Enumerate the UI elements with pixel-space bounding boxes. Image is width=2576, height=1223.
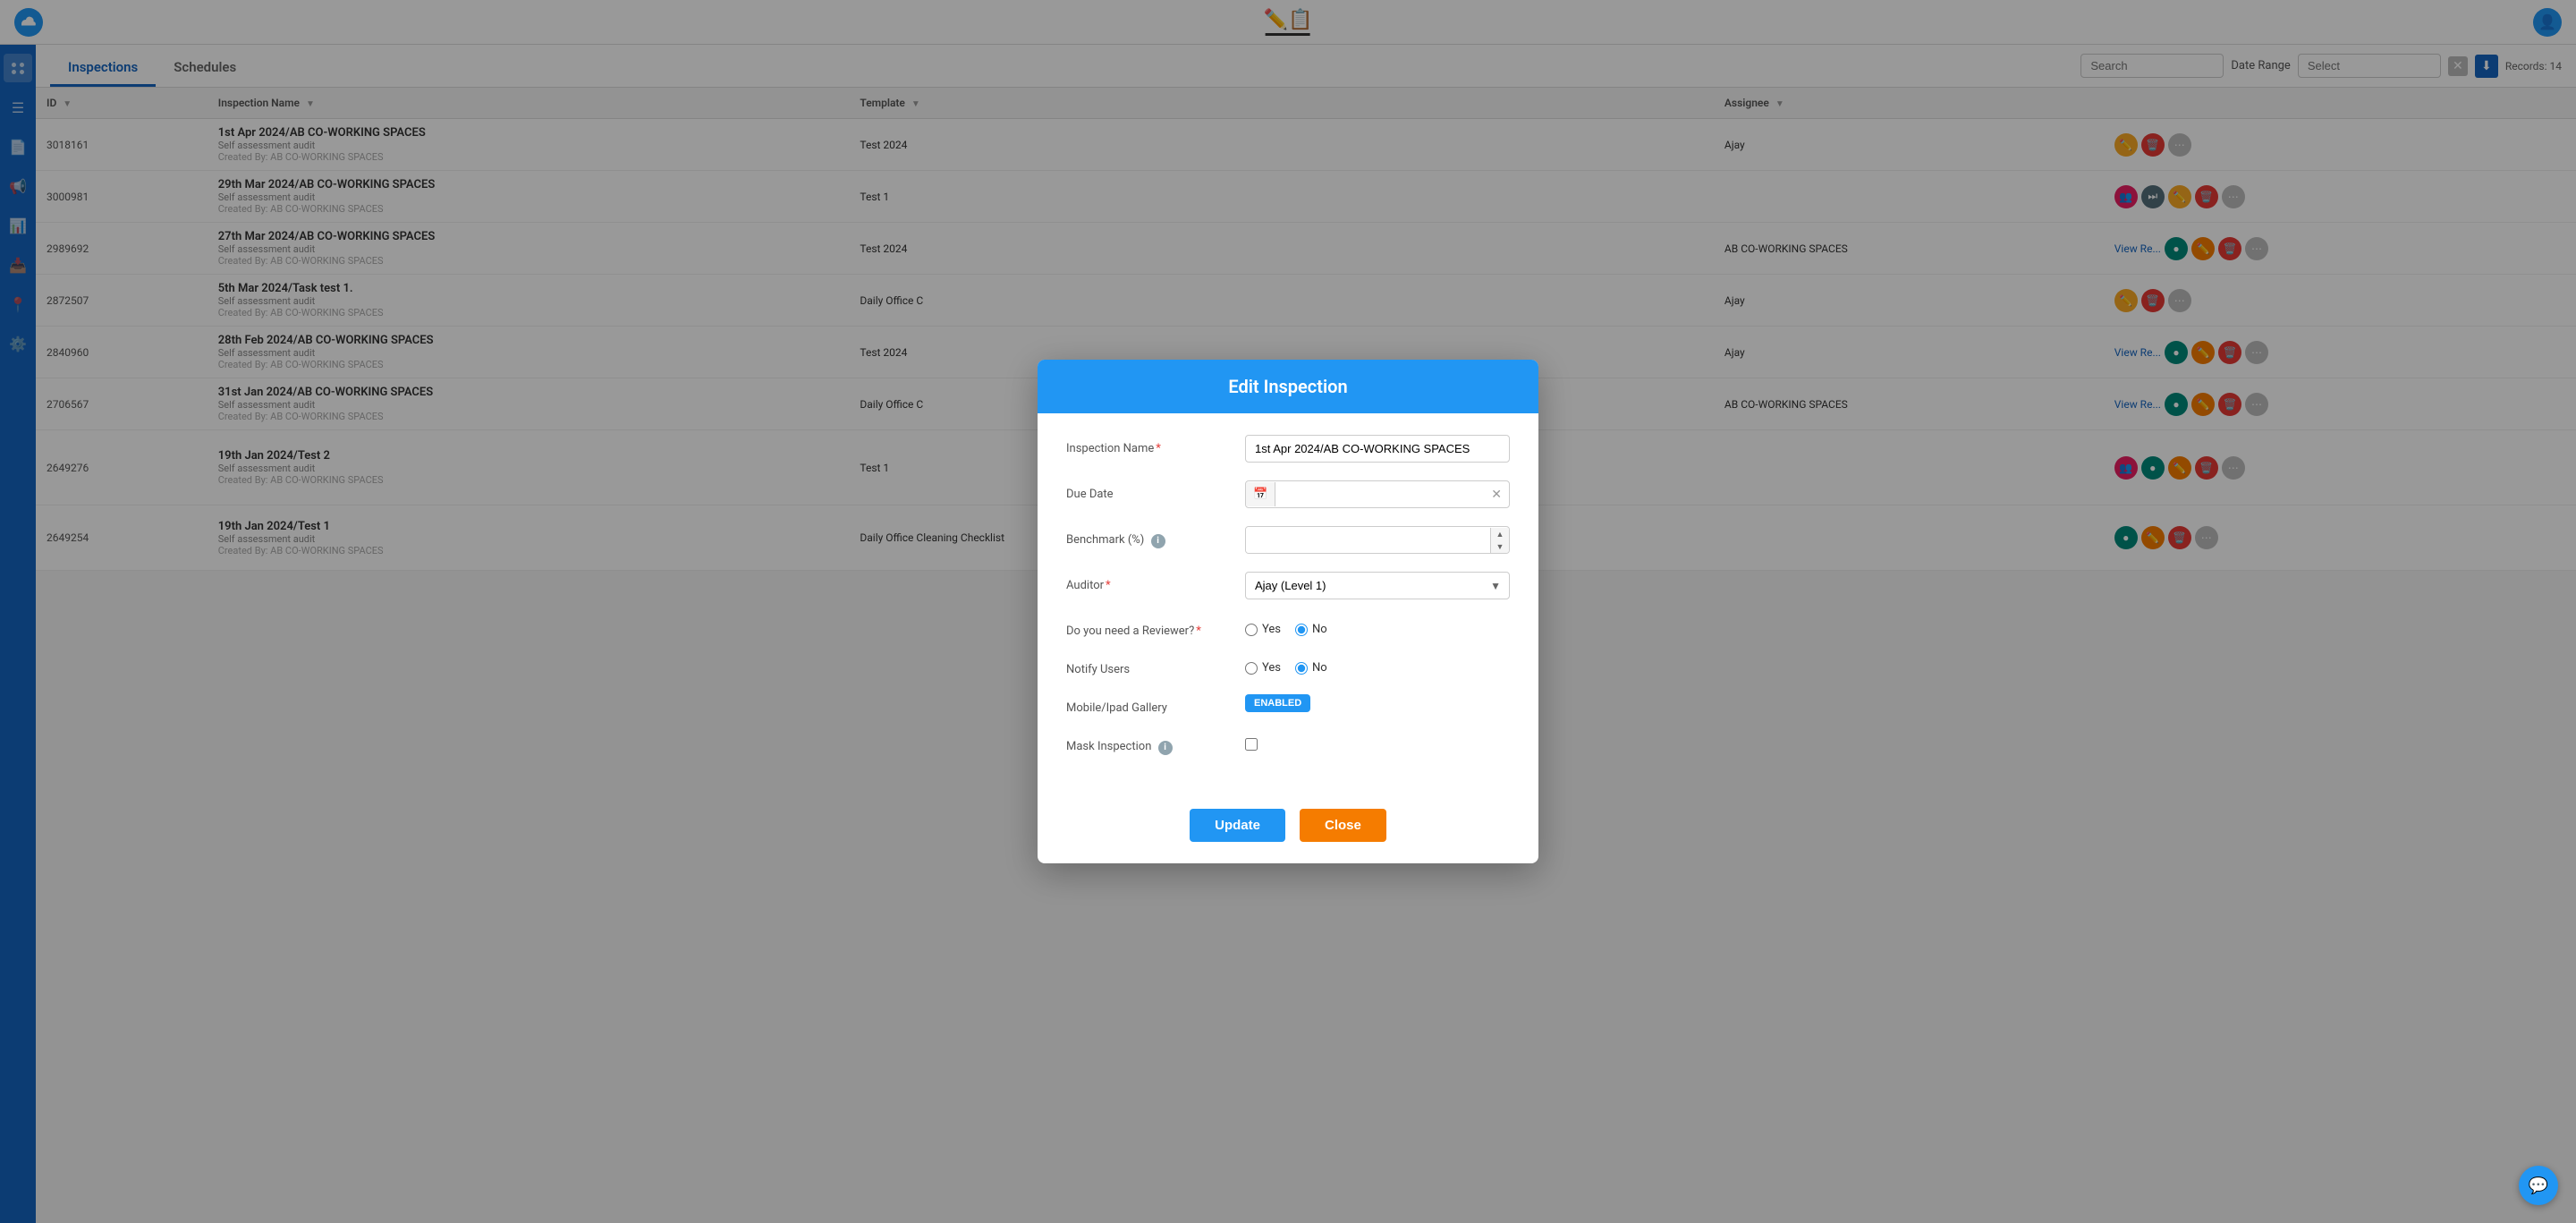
notify-label: Notify Users — [1066, 656, 1245, 676]
form-row-due-date: Due Date 📅 ✕ — [1066, 480, 1510, 508]
benchmark-label: Benchmark (%) i — [1066, 526, 1245, 548]
form-row-reviewer: Do you need a Reviewer?* Yes No — [1066, 617, 1510, 638]
due-date-field[interactable] — [1275, 481, 1484, 507]
inspection-name-label: Inspection Name* — [1066, 435, 1245, 455]
notify-no-radio[interactable] — [1295, 662, 1308, 675]
notify-no-label: No — [1312, 661, 1327, 675]
benchmark-input-wrap: ▲ ▼ — [1245, 526, 1510, 554]
gallery-toggle[interactable]: ENABLED — [1245, 694, 1310, 712]
benchmark-field[interactable] — [1246, 527, 1490, 553]
required-star: * — [1156, 442, 1161, 455]
notify-yes-option[interactable]: Yes — [1245, 661, 1281, 675]
benchmark-info-icon[interactable]: i — [1151, 534, 1165, 548]
gallery-label: Mobile/Ipad Gallery — [1066, 694, 1245, 715]
reviewer-no-radio[interactable] — [1295, 624, 1308, 636]
mask-label: Mask Inspection i — [1066, 733, 1245, 755]
reviewer-radio-group: Yes No — [1245, 617, 1510, 636]
modal-footer: Update Close — [1038, 794, 1538, 863]
mask-checkbox-item — [1245, 733, 1510, 751]
reviewer-no-label: No — [1312, 623, 1327, 636]
benchmark-down[interactable]: ▼ — [1491, 540, 1509, 553]
modal-overlay: Edit Inspection Inspection Name* Due Dat… — [0, 0, 2576, 1223]
inspection-name-control — [1245, 435, 1510, 463]
modal-title: Edit Inspection — [1228, 376, 1347, 397]
benchmark-up[interactable]: ▲ — [1491, 528, 1509, 540]
mask-info-icon[interactable]: i — [1158, 741, 1173, 755]
modal-body: Inspection Name* Due Date 📅 ✕ — [1038, 413, 1538, 794]
form-row-mask: Mask Inspection i — [1066, 733, 1510, 755]
form-row-notify: Notify Users Yes No — [1066, 656, 1510, 676]
edit-inspection-modal: Edit Inspection Inspection Name* Due Dat… — [1038, 360, 1538, 863]
due-date-label: Due Date — [1066, 480, 1245, 501]
form-row-inspection-name: Inspection Name* — [1066, 435, 1510, 463]
inspection-name-field[interactable] — [1245, 435, 1510, 463]
required-star: * — [1106, 579, 1111, 592]
notify-yes-radio[interactable] — [1245, 662, 1258, 675]
auditor-control: Ajay (Level 1) ▼ — [1245, 572, 1510, 599]
calendar-icon: 📅 — [1246, 482, 1275, 506]
date-clear-button[interactable]: ✕ — [1484, 481, 1509, 507]
notify-control: Yes No — [1245, 656, 1510, 675]
benchmark-arrows: ▲ ▼ — [1490, 528, 1509, 553]
reviewer-yes-radio[interactable] — [1245, 624, 1258, 636]
reviewer-yes-label: Yes — [1262, 623, 1281, 636]
modal-header: Edit Inspection — [1038, 360, 1538, 413]
required-star: * — [1196, 624, 1201, 638]
form-row-gallery: Mobile/Ipad Gallery ENABLED — [1066, 694, 1510, 715]
chat-button[interactable]: 💬 — [2519, 1166, 2558, 1205]
mask-checkbox[interactable] — [1245, 738, 1258, 751]
auditor-label: Auditor* — [1066, 572, 1245, 592]
reviewer-control: Yes No — [1245, 617, 1510, 636]
close-button[interactable]: Close — [1300, 809, 1386, 842]
notify-no-option[interactable]: No — [1295, 661, 1327, 675]
form-row-benchmark: Benchmark (%) i ▲ ▼ — [1066, 526, 1510, 554]
mask-control — [1245, 733, 1510, 751]
update-button[interactable]: Update — [1190, 809, 1285, 842]
form-row-auditor: Auditor* Ajay (Level 1) ▼ — [1066, 572, 1510, 599]
notify-radio-group: Yes No — [1245, 656, 1510, 675]
notify-yes-label: Yes — [1262, 661, 1281, 675]
reviewer-yes-option[interactable]: Yes — [1245, 623, 1281, 636]
due-date-control: 📅 ✕ — [1245, 480, 1510, 508]
gallery-control: ENABLED — [1245, 694, 1510, 712]
date-input-wrap: 📅 ✕ — [1245, 480, 1510, 508]
reviewer-label: Do you need a Reviewer?* — [1066, 617, 1245, 638]
auditor-select-wrap: Ajay (Level 1) ▼ — [1245, 572, 1510, 599]
auditor-select[interactable]: Ajay (Level 1) — [1245, 572, 1510, 599]
reviewer-no-option[interactable]: No — [1295, 623, 1327, 636]
benchmark-control: ▲ ▼ — [1245, 526, 1510, 554]
